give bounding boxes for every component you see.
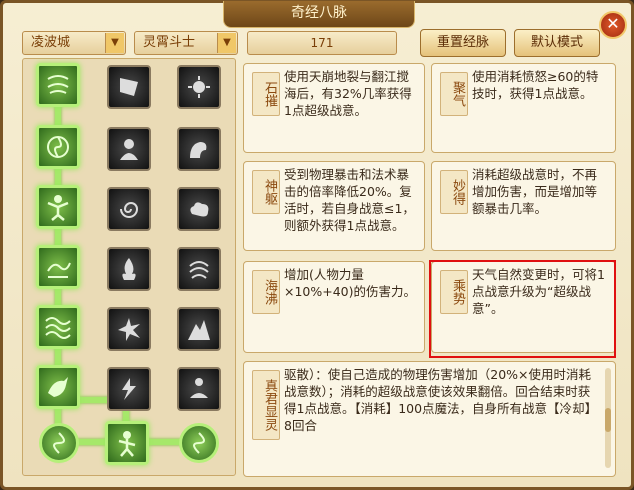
dragon-icon — [190, 142, 207, 158]
swirl-icon — [53, 432, 65, 454]
meridian-window: 奇经八脉 ✕ 凌波城 ▼ 灵霄斗士 ▼ 171 重置经脉 默认模式 石摧 使用天… — [0, 0, 634, 490]
beast-icon — [48, 377, 68, 397]
warrior-icon — [118, 431, 136, 457]
selected-highlight — [429, 260, 616, 358]
skill-card-zhenjun: 真君显灵 驱散）：使自己造成的物理伤害增加（20%×使用时消耗战意数）；消耗的超… — [243, 361, 616, 477]
close-icon[interactable]: ✕ — [606, 14, 619, 33]
skill-desc: 消耗超级战意时，不再增加伤害，而是增加等额暴击几率。 — [472, 167, 598, 216]
orb-left-node[interactable] — [39, 423, 79, 463]
skill-card-miaode: 妙得 消耗超级战意时，不再增加伤害，而是增加等额暴击几率。 — [431, 161, 616, 251]
chevron-down-icon[interactable]: ▼ — [217, 33, 236, 53]
skill-label: 妙得 — [440, 170, 468, 214]
skill-node-chengshi[interactable] — [107, 187, 151, 231]
window-title: 奇经八脉 — [223, 1, 415, 28]
reset-meridian-button[interactable]: 重置经脉 — [420, 29, 506, 57]
skill-node-12[interactable] — [107, 367, 151, 411]
skill-node-zhenjun[interactable] — [105, 421, 149, 465]
school-select-value: 灵霄斗士 — [143, 35, 196, 50]
skill-card-juqi: 聚气 使用消耗愤怒≥60的特技时，获得1点战意。 — [431, 63, 616, 153]
swirl-icon — [193, 432, 205, 454]
storm-icon — [189, 261, 209, 279]
scrollbar-thumb[interactable] — [605, 408, 611, 432]
close-button[interactable]: ✕ — [599, 11, 627, 39]
skill-desc: 增加(人物力量×10%+40)的伤害力。 — [284, 267, 417, 299]
skill-desc: 使用消耗愤怒≥60的特技时，获得1点战意。 — [472, 69, 599, 101]
cloud-icon — [190, 202, 209, 217]
skill-label: 真君显灵 — [252, 370, 280, 440]
sect-select[interactable]: 凌波城 ▼ — [22, 31, 126, 55]
skill-label: 海沸 — [252, 270, 280, 314]
sun-icon — [188, 76, 210, 98]
skill-label: 石摧 — [252, 72, 280, 116]
skill-node-15[interactable] — [177, 187, 221, 231]
lightning-icon — [122, 378, 136, 400]
swirl-icon — [47, 136, 69, 158]
waves-icon — [45, 317, 71, 339]
scrollbar[interactable] — [605, 368, 611, 468]
skill-node-4[interactable] — [36, 245, 80, 289]
skill-node-13[interactable] — [177, 65, 221, 109]
skill-node-5[interactable] — [36, 305, 80, 349]
flame-icon — [122, 258, 136, 280]
points-field: 171 — [247, 31, 397, 55]
meditate-icon — [190, 378, 208, 398]
silhouette-icon — [120, 139, 138, 160]
skill-card-shenqu: 神躯 受到物理暴击和法术暴击的倍率降低20%。复活时，若自身战意≤1，则额外获得… — [243, 161, 425, 251]
chevron-down-icon[interactable]: ▼ — [105, 33, 124, 53]
mountain-icon — [188, 320, 210, 340]
skill-desc: 驱散）：使自己造成的物理伤害增加（20%×使用时消耗战意数）；消耗的超级战意使该… — [284, 367, 592, 433]
orb-right-node[interactable] — [179, 423, 219, 463]
hand-wave-icon — [47, 262, 71, 278]
skill-card-haifei: 海沸 增加(人物力量×10%+40)的伤害力。 — [243, 261, 425, 353]
skill-node-shenqu[interactable] — [36, 125, 80, 169]
skill-node-6[interactable] — [36, 365, 80, 409]
skill-node-16[interactable] — [177, 247, 221, 291]
skill-node-11[interactable] — [107, 307, 151, 351]
wind-icon — [47, 75, 69, 94]
skill-node-shicui[interactable] — [36, 63, 80, 107]
skill-desc: 受到物理暴击和法术暴击的倍率降低20%。复活时，若自身战意≤1，则额外获得1点战… — [284, 167, 415, 233]
banner-icon — [120, 78, 138, 96]
sect-select-value: 凌波城 — [31, 35, 71, 50]
skill-node-17[interactable] — [177, 307, 221, 351]
skill-node-haifei[interactable] — [36, 185, 80, 229]
skill-node-18[interactable] — [177, 367, 221, 411]
skill-node-10[interactable] — [107, 247, 151, 291]
skill-desc: 使用天崩地裂与翻江搅海后，有32%几率获得1点超级战意。 — [284, 69, 412, 118]
skill-node-juqi[interactable] — [107, 65, 151, 109]
burst-icon — [118, 318, 140, 341]
school-select[interactable]: 灵霄斗士 ▼ — [134, 31, 238, 55]
skill-node-miaode[interactable] — [107, 127, 151, 171]
skill-label: 神躯 — [252, 170, 280, 214]
skill-node-14[interactable] — [177, 127, 221, 171]
meridian-tree — [22, 58, 236, 476]
spiral-icon — [120, 202, 139, 218]
skill-label: 聚气 — [440, 72, 468, 116]
figure-icon — [47, 195, 69, 221]
skill-card-shicui: 石摧 使用天崩地裂与翻江搅海后，有32%几率获得1点超级战意。 — [243, 63, 425, 153]
default-mode-button[interactable]: 默认模式 — [514, 29, 600, 57]
